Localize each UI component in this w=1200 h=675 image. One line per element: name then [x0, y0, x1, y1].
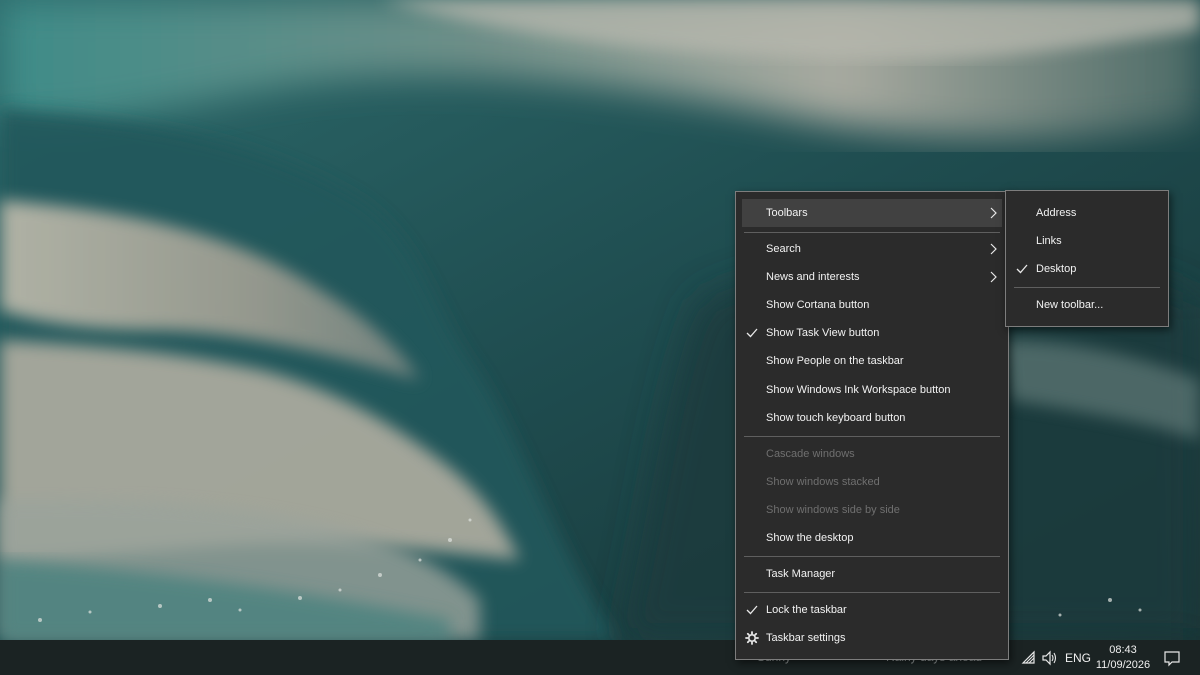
taskbar[interactable]: Sunny Rainy days ahead ENG 08:43 11/09/2… — [0, 640, 1200, 675]
submenu-item-address[interactable]: Address — [1012, 199, 1162, 227]
submenu-item-links[interactable]: Links — [1012, 227, 1162, 255]
menu-separator — [744, 436, 1000, 437]
menu-item-label: Taskbar settings — [766, 632, 846, 644]
volume-icon[interactable] — [1040, 649, 1058, 667]
menu-item-label: Show windows side by side — [766, 504, 900, 516]
menu-item-cascade-windows: Cascade windows — [742, 440, 1002, 468]
menu-item-label: Show the desktop — [766, 532, 854, 544]
toolbars-submenu: Address Links Desktop New toolbar... — [1005, 190, 1169, 327]
checkmark-icon — [1016, 264, 1028, 274]
menu-item-show-the-desktop[interactable]: Show the desktop — [742, 524, 1002, 552]
menu-item-label: Links — [1036, 235, 1062, 247]
input-language-indicator[interactable]: ENG — [1065, 651, 1091, 665]
menu-item-label: Toolbars — [766, 207, 808, 219]
menu-item-news-and-interests[interactable]: News and interests — [742, 263, 1002, 291]
menu-item-lock-the-taskbar[interactable]: Lock the taskbar — [742, 596, 1002, 624]
menu-item-label: Cascade windows — [766, 448, 855, 460]
menu-separator — [744, 232, 1000, 233]
menu-item-label: Show Cortana button — [766, 299, 870, 311]
menu-item-task-manager[interactable]: Task Manager — [742, 560, 1002, 588]
system-clock[interactable]: 08:43 11/09/2026 — [1094, 643, 1152, 673]
taskbar-context-menu: Toolbars Search News and interests Show … — [735, 191, 1009, 660]
menu-item-label: Show Task View button — [766, 327, 880, 339]
checkmark-icon — [746, 328, 758, 338]
menu-item-label: Address — [1036, 207, 1077, 219]
menu-item-show-people[interactable]: Show People on the taskbar — [742, 347, 1002, 375]
menu-separator — [1014, 287, 1160, 288]
menu-item-show-windows-stacked: Show windows stacked — [742, 468, 1002, 496]
chevron-right-icon — [990, 207, 997, 219]
menu-separator — [744, 592, 1000, 593]
submenu-item-desktop[interactable]: Desktop — [1012, 255, 1162, 283]
menu-item-show-touch-keyboard[interactable]: Show touch keyboard button — [742, 404, 1002, 432]
checkmark-icon — [746, 605, 758, 615]
menu-item-label: Search — [766, 243, 801, 255]
clock-date: 11/09/2026 — [1095, 659, 1151, 671]
notification-icon[interactable] — [1163, 649, 1181, 667]
network-icon[interactable] — [1020, 649, 1038, 667]
menu-item-search[interactable]: Search — [742, 235, 1002, 263]
menu-item-taskbar-settings[interactable]: Taskbar settings — [742, 624, 1002, 652]
menu-item-label: Lock the taskbar — [766, 604, 847, 616]
chevron-right-icon — [990, 271, 997, 283]
menu-item-label: Desktop — [1036, 263, 1077, 275]
chevron-right-icon — [990, 243, 997, 255]
clock-time: 08:43 — [1109, 644, 1137, 656]
menu-item-label: Task Manager — [766, 568, 836, 580]
menu-separator — [744, 556, 1000, 557]
menu-item-label: Show windows stacked — [766, 476, 880, 488]
menu-item-label: New toolbar... — [1036, 299, 1104, 311]
menu-item-show-windows-ink[interactable]: Show Windows Ink Workspace button — [742, 376, 1002, 404]
menu-item-label: Show Windows Ink Workspace button — [766, 384, 951, 396]
menu-item-show-windows-side-by-side: Show windows side by side — [742, 496, 1002, 524]
menu-item-show-cortana-button[interactable]: Show Cortana button — [742, 291, 1002, 319]
menu-item-toolbars[interactable]: Toolbars — [742, 199, 1002, 227]
menu-item-label: Show People on the taskbar — [766, 355, 904, 367]
menu-item-label: Show touch keyboard button — [766, 412, 906, 424]
gear-icon — [745, 631, 759, 645]
menu-item-show-task-view-button[interactable]: Show Task View button — [742, 319, 1002, 347]
menu-item-label: News and interests — [766, 271, 860, 283]
submenu-item-new-toolbar[interactable]: New toolbar... — [1012, 291, 1162, 319]
